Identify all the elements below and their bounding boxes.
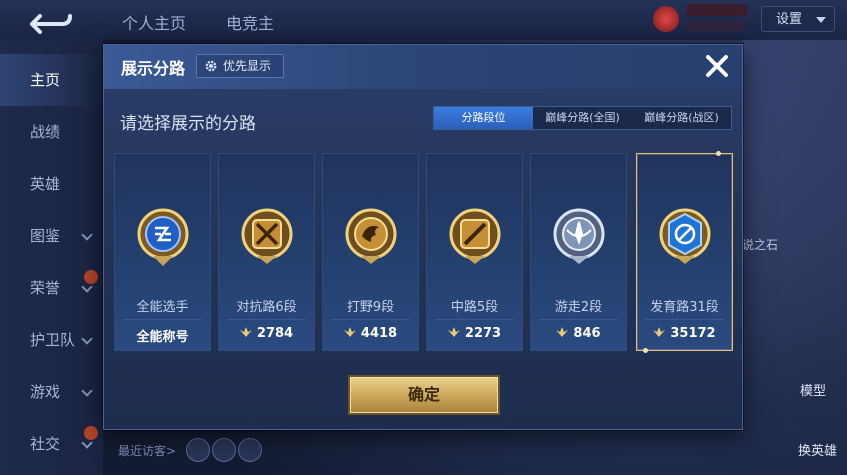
rank-level-icon [447,327,460,337]
back-arrow-icon[interactable] [26,8,72,34]
sidebar-item-social[interactable]: 社交 [0,418,103,470]
lane-stat-value: 35172 [670,326,716,341]
rank-level-icon [556,327,569,337]
settings-dropdown[interactable]: 设置 [761,6,835,32]
lane-name: 打野9段 [346,300,395,315]
mid-lane-emblem-icon [449,208,501,264]
lane-stat: 4418 [323,326,418,341]
lane-name: 全能选手 [136,300,189,315]
sidebar-item-label: 英雄 [30,175,61,193]
lane-stat-value: 4418 [360,326,398,341]
lane-card-selected[interactable]: 发育路31段 35172 [636,151,733,353]
lane-stat: 2273 [427,326,522,341]
card-divider [123,319,202,320]
dialog-header: 展示分路 优先显示 [104,45,742,89]
card-divider [331,319,410,320]
jungle-emblem-icon [345,208,397,264]
sidebar-item-heroes[interactable]: 英雄 [0,158,103,210]
tab-peak-national[interactable]: 巅峰分路(全国) [533,107,632,129]
lane-type-tabs: 分路段位 巅峰分路(全国) 巅峰分路(战区) [433,106,732,130]
player-avatar[interactable] [653,6,679,32]
tab-peak-region[interactable]: 巅峰分路(战区) [632,107,731,129]
rank-level-icon [239,327,252,337]
tab-lane-rank[interactable]: 分路段位 [434,107,533,129]
chevron-down-icon [81,385,93,397]
dialog-title: 展示分路 [121,59,186,78]
selection-corner [716,151,721,156]
dialog-prompt: 请选择展示的分路 [120,114,256,134]
priority-display-label: 优先显示 [223,59,272,73]
card-divider [435,319,514,320]
model-button[interactable]: 模型 [800,380,826,399]
confirm-button[interactable]: 确定 [350,377,498,413]
visitor-avatar[interactable] [186,438,210,462]
lane-stat-value: 846 [573,326,601,341]
hero-skin-label: 说之石 [742,238,779,252]
roam-emblem-icon [553,208,605,264]
currency-bar-secondary [687,20,747,32]
visitor-avatar[interactable] [238,438,262,462]
sidebar-item-records[interactable]: 战绩 [0,106,103,158]
sidebar-item-label: 战绩 [30,123,61,141]
visitor-avatar[interactable] [212,438,236,462]
currency-bar [687,4,747,16]
lane-stat-value: 2784 [256,326,294,341]
lane-stat-value: 全能称号 [136,330,189,345]
lane-stat: 846 [531,326,626,341]
lane-card[interactable]: 打野9段 4418 [322,153,419,351]
lane-name: 发育路31段 [650,300,719,315]
sidebar-item-label: 护卫队 [30,331,76,349]
card-divider [227,319,306,320]
clash-lane-emblem-icon [241,208,293,264]
farm-lane-emblem-icon [659,208,711,264]
lane-card[interactable]: 全能选手 全能称号 [114,153,211,351]
sidebar: 主页 战绩 英雄 图鉴 荣誉 护卫队 游戏 社交 [0,40,103,475]
priority-display-button[interactable]: 优先显示 [196,54,284,78]
lane-name: 中路5段 [450,300,499,315]
sidebar-item-label: 社交 [30,435,61,453]
lane-cards: 全能选手 全能称号 对抗路6段 2784 打野9段 4418 中路5段 2273… [114,151,734,353]
sidebar-item-honor[interactable]: 荣誉 [0,262,103,314]
lane-stat: 35172 [637,326,732,341]
chevron-down-icon [816,17,826,23]
sidebar-item-home[interactable]: 主页 [0,54,103,106]
chevron-down-icon [81,229,93,241]
lane-stat: 2784 [219,326,314,341]
lane-stat: 全能称号 [115,326,210,345]
sidebar-item-collection[interactable]: 图鉴 [0,210,103,262]
all-round-emblem-icon [137,208,189,266]
gear-icon [205,60,217,72]
sidebar-item-label: 游戏 [30,383,61,401]
top-bar: 个人主页 电竞主 设置 [0,0,847,40]
chevron-down-icon [81,333,93,345]
rank-level-icon [343,327,356,337]
lane-name: 游走2段 [554,300,603,315]
lane-name: 对抗路6段 [236,300,297,315]
swap-hero-button[interactable]: 换英雄 [798,440,837,459]
settings-label: 设置 [776,12,803,27]
tab-esports[interactable]: 电竞主 [226,10,274,34]
lane-card[interactable]: 对抗路6段 2784 [218,153,315,351]
tab-profile[interactable]: 个人主页 [122,10,186,34]
hero-showcase [743,40,847,475]
sidebar-item-label: 荣誉 [30,279,61,297]
lane-card[interactable]: 中路5段 2273 [426,153,523,351]
selection-corner [643,348,648,353]
recent-visitors-link[interactable]: 最近访客> [118,442,176,459]
sidebar-item-game[interactable]: 游戏 [0,366,103,418]
card-divider [539,319,618,320]
sidebar-item-label: 图鉴 [30,227,61,245]
sidebar-item-label: 主页 [30,71,61,89]
rank-level-icon [653,327,666,337]
lane-display-dialog: 展示分路 优先显示 请选择展示的分路 分路段位 巅峰分路(全国) 巅峰分路(战区… [103,44,743,430]
close-icon[interactable] [702,51,732,81]
sidebar-item-guard[interactable]: 护卫队 [0,314,103,366]
lane-card[interactable]: 游走2段 846 [530,153,627,351]
lane-stat-value: 2273 [464,326,502,341]
card-divider [645,319,724,320]
